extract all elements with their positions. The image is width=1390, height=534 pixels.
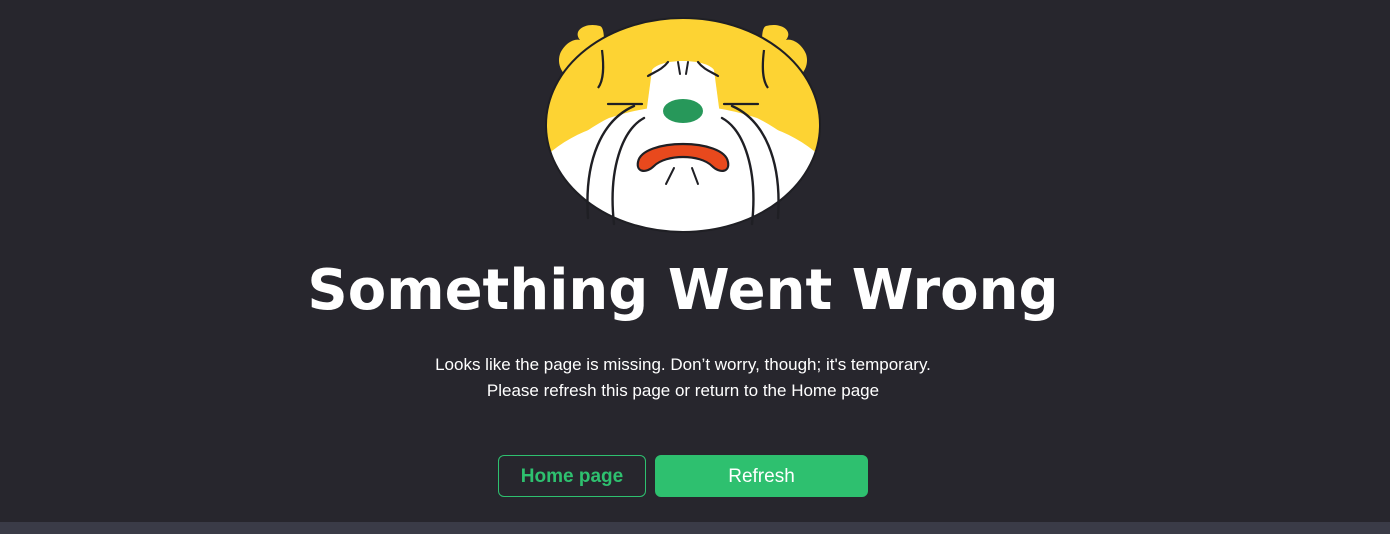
refresh-button[interactable]: Refresh <box>655 455 868 497</box>
sad-dog-icon <box>545 17 821 233</box>
error-page: Something Went Wrong Looks like the page… <box>0 0 1390 522</box>
error-message-line-2: Please refresh this page or return to th… <box>486 381 880 400</box>
error-message: Looks like the page is missing. Don’t wo… <box>0 352 1366 404</box>
footer-bar <box>0 522 1390 534</box>
home-page-button[interactable]: Home page <box>498 455 646 497</box>
error-message-line-1: Looks like the page is missing. Don’t wo… <box>435 355 931 374</box>
page-title: Something Went Wrong <box>307 258 1059 323</box>
